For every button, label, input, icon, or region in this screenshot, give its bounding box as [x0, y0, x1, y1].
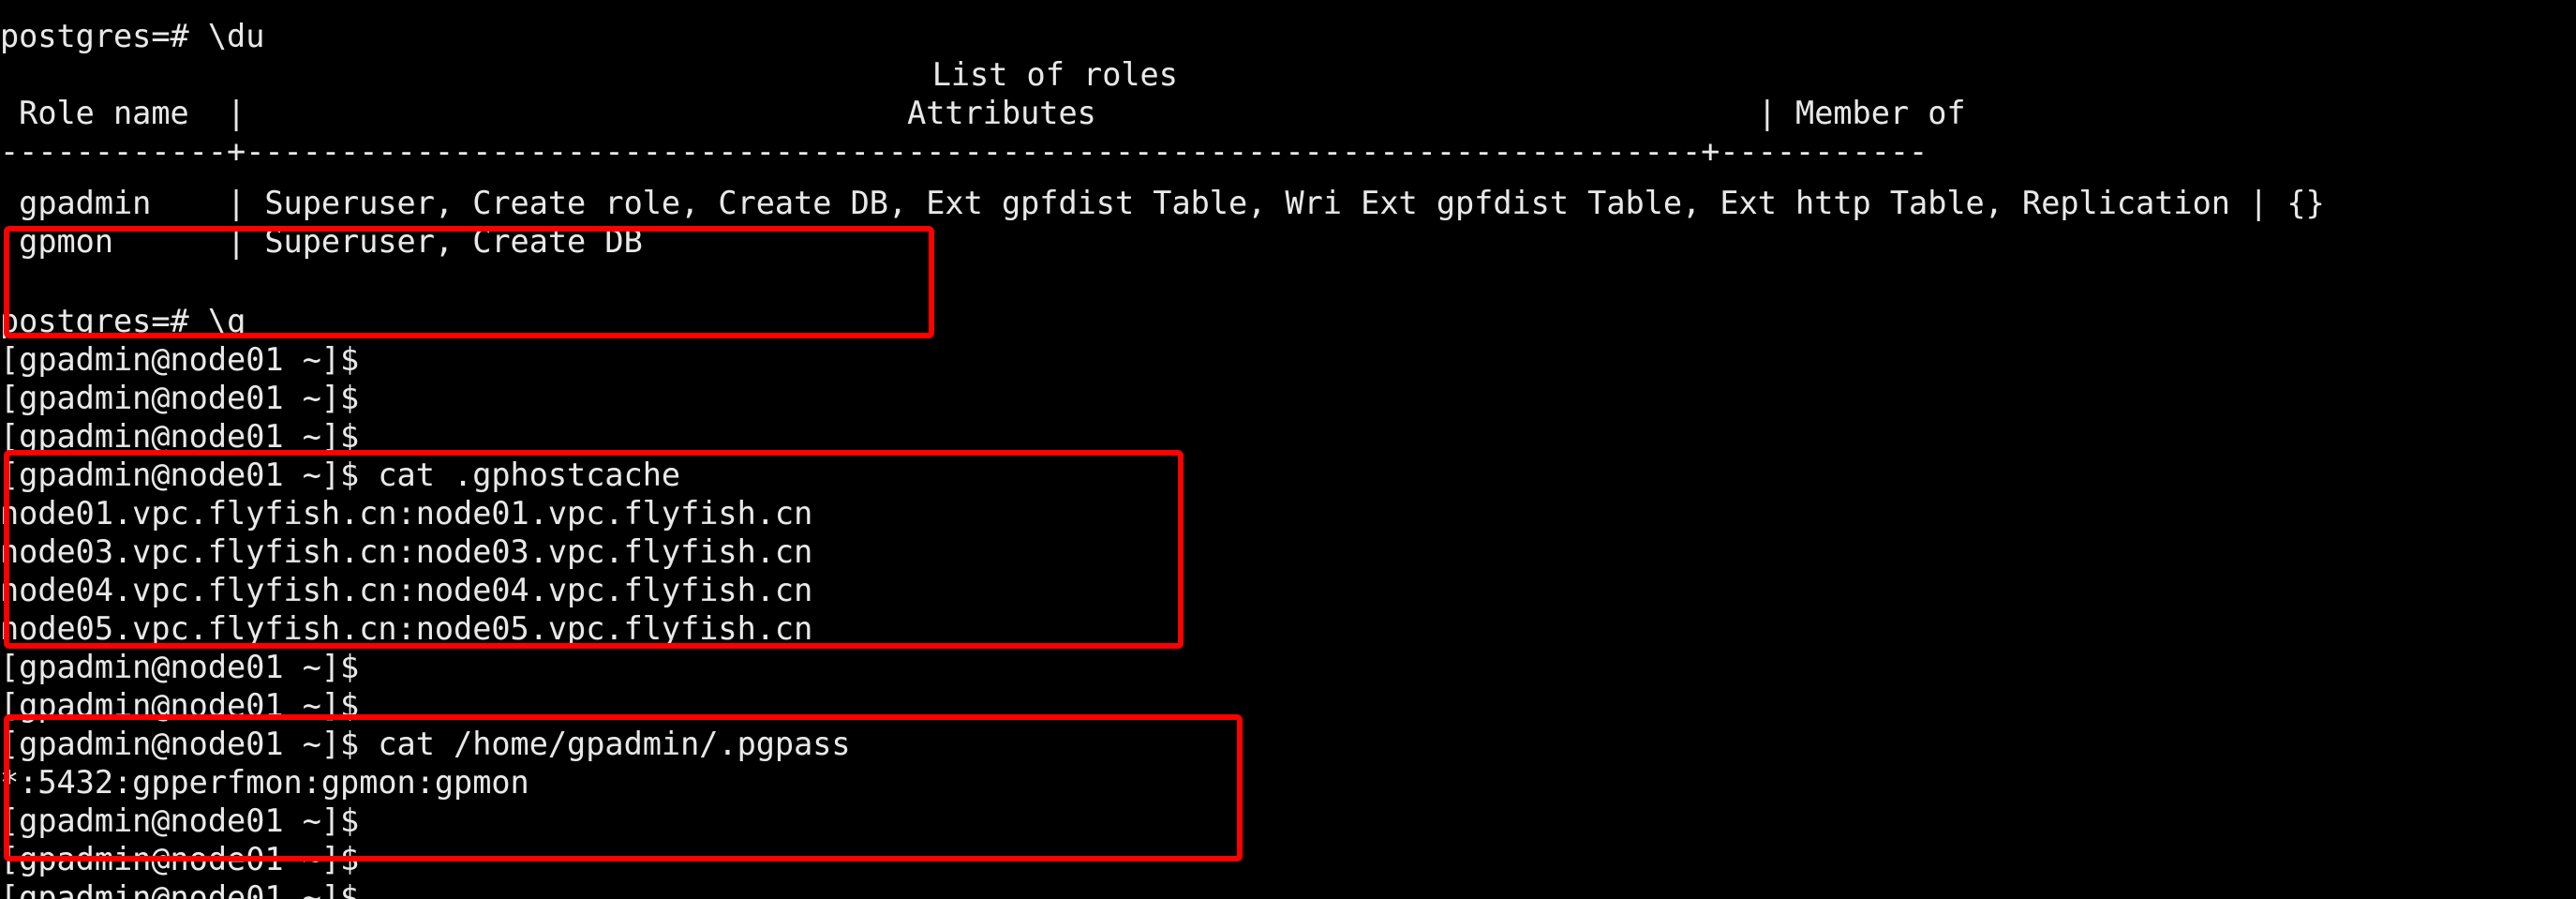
- terminal-line: [gpadmin@node01 ~]$: [0, 879, 360, 899]
- terminal-line: [gpadmin@node01 ~]$: [0, 341, 360, 378]
- terminal-line: node05.vpc.flyfish.cn:node05.vpc.flyfish…: [0, 610, 813, 647]
- terminal-line: [gpadmin@node01 ~]$: [0, 802, 360, 839]
- terminal-line: [gpadmin@node01 ~]$ cat .gphostcache: [0, 457, 681, 493]
- terminal-line: List of roles: [931, 56, 1178, 93]
- terminal-line: gpadmin | Superuser, Create role, Create…: [0, 185, 2325, 221]
- terminal-line: node01.vpc.flyfish.cn:node01.vpc.flyfish…: [0, 495, 813, 532]
- terminal-line: [gpadmin@node01 ~]$: [0, 418, 360, 455]
- terminal-line: [gpadmin@node01 ~]$: [0, 649, 360, 685]
- terminal-line: [gpadmin@node01 ~]$: [0, 841, 360, 877]
- terminal-line: [gpadmin@node01 ~]$: [0, 380, 360, 416]
- terminal-line: gpmon | Superuser, Create DB: [0, 223, 643, 260]
- terminal-screen[interactable]: postgres=# \du List of roles Role name | …: [0, 0, 2576, 899]
- terminal-line: node04.vpc.flyfish.cn:node04.vpc.flyfish…: [0, 572, 813, 608]
- terminal-line: postgres=# \du: [0, 18, 265, 54]
- terminal-line: Role name | Attributes | Member of: [0, 95, 1985, 131]
- terminal-line: [gpadmin@node01 ~]$ cat /home/gpadmin/.p…: [0, 726, 851, 762]
- terminal-line: node03.vpc.flyfish.cn:node03.vpc.flyfish…: [0, 533, 813, 570]
- terminal-line: postgres=# \q: [0, 303, 246, 339]
- terminal-line: ------------+---------------------------…: [0, 133, 1928, 170]
- terminal-line: [gpadmin@node01 ~]$: [0, 687, 360, 724]
- terminal-line: *:5432:gpperfmon:gpmon:gpmon: [0, 764, 529, 801]
